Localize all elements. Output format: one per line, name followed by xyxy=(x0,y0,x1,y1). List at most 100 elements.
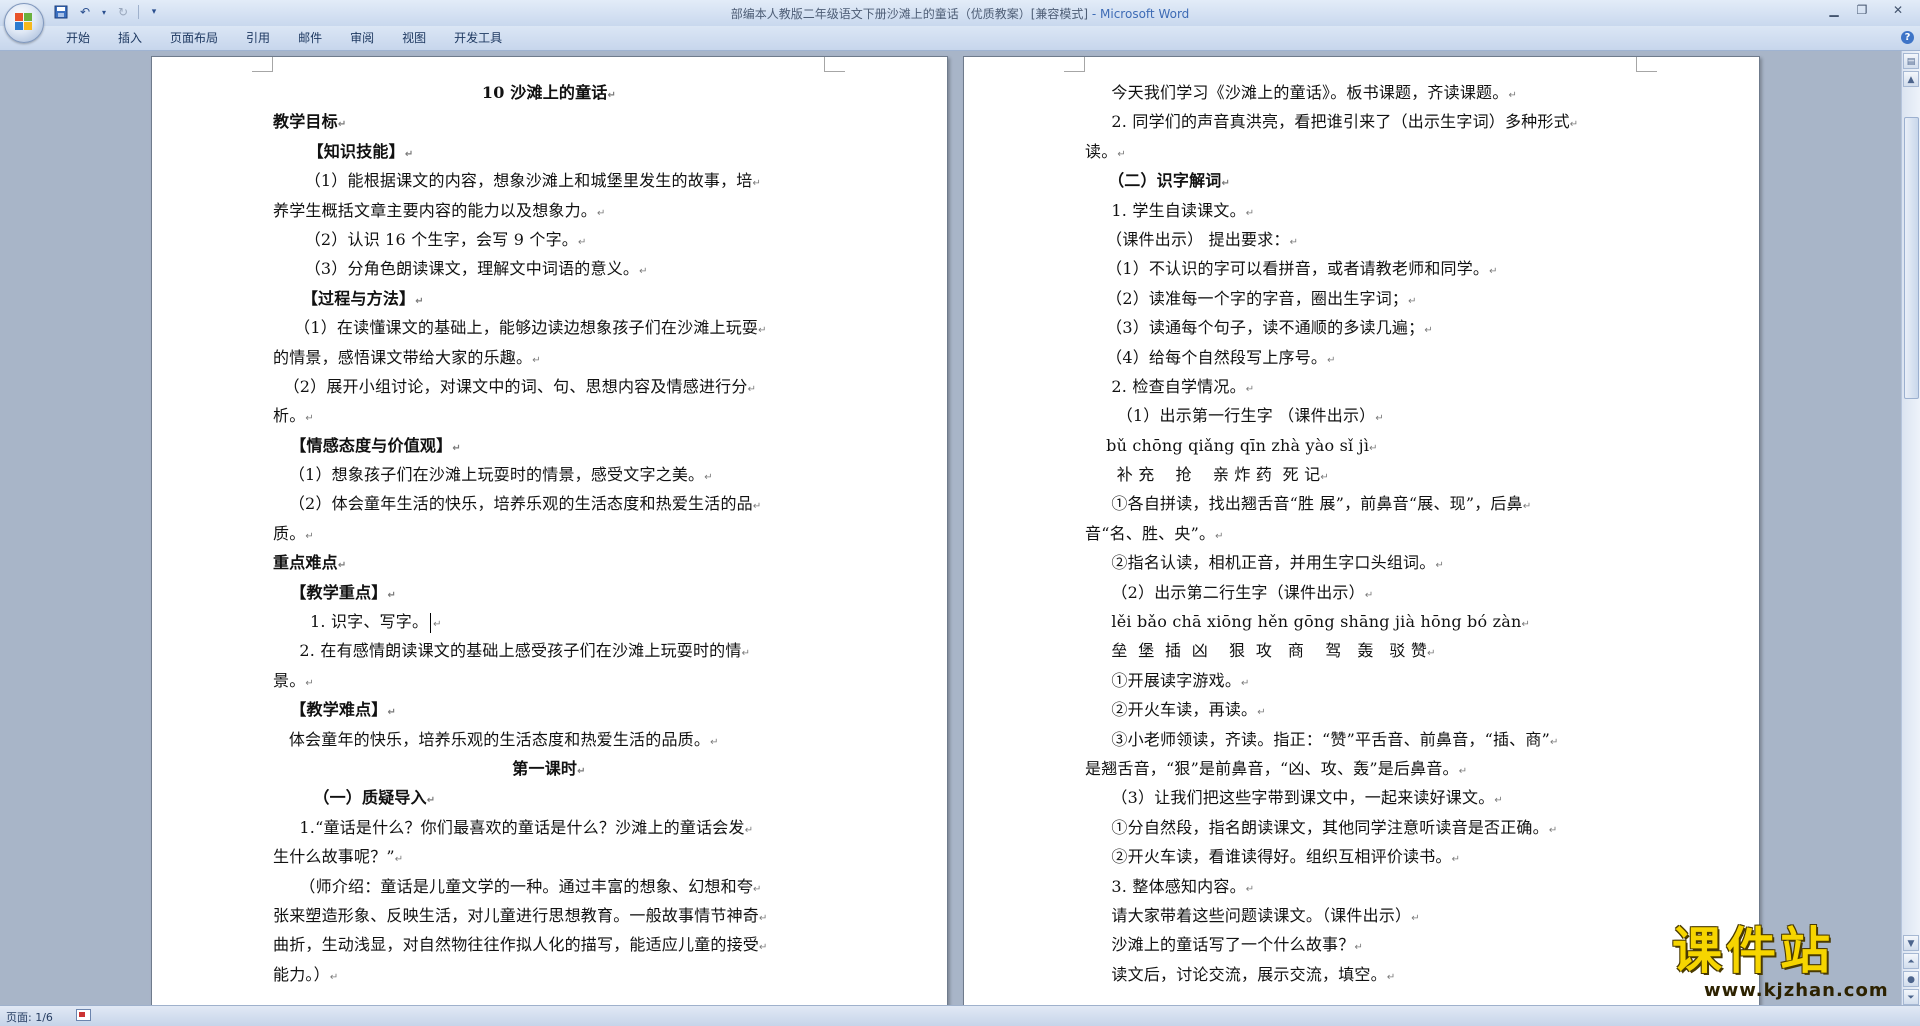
paragraph-mark-icon: ↵ xyxy=(1548,824,1558,836)
proofing-icon[interactable] xyxy=(76,1009,91,1021)
text-line[interactable]: 养学生概括文章主要内容的能力以及想象力。↵ xyxy=(273,196,825,225)
scroll-down-icon[interactable]: ▼ xyxy=(1903,935,1919,951)
tab-home[interactable]: 开始 xyxy=(52,30,104,46)
text-line[interactable]: 重点难点↵ xyxy=(273,548,825,577)
text-line[interactable]: ②指名认读，相机正音，并用生字口头组词。↵ xyxy=(1085,548,1637,577)
text-line[interactable]: 3. 整体感知内容。↵ xyxy=(1085,872,1637,901)
minimize-icon[interactable]: ▁ xyxy=(1820,0,1848,20)
text-line[interactable]: 1. 学生自读课文。↵ xyxy=(1085,196,1637,225)
text-line[interactable]: bǔ chōng qiǎng qīn zhà yào sǐ jì↵ xyxy=(1085,431,1637,460)
paragraph-mark-icon: ↵ xyxy=(387,589,397,601)
text-line[interactable]: 能力。）↵ xyxy=(273,960,825,989)
text-line[interactable]: 补 充 抢 亲 炸 药 死 记↵ xyxy=(1085,460,1637,489)
text-line[interactable]: （2）展开小组讨论，对课文中的词、句、思想内容及情感进行分↵ xyxy=(273,372,825,401)
text-line[interactable]: 2. 同学们的声音真洪亮，看把谁引来了（出示生字词）多种形式↵ xyxy=(1085,107,1637,136)
line-text: 析。 xyxy=(273,406,306,426)
text-line[interactable]: （师介绍：童话是儿童文学的一种。通过丰富的想象、幻想和夸↵ xyxy=(273,872,825,901)
line-text: ②指名认读，相机正音，并用生字口头组词。 xyxy=(1085,553,1436,573)
text-line[interactable]: 请大家带着这些问题读课文。（课件出示）↵ xyxy=(1085,901,1637,930)
text-line[interactable]: ①各自拼读，找出翘舌音“胜 展”，前鼻音“展、现”，后鼻↵ xyxy=(1085,489,1637,518)
text-line[interactable]: ①开展读字游戏。↵ xyxy=(1085,666,1637,695)
text-line[interactable]: 质。↵ xyxy=(273,519,825,548)
text-line[interactable]: 读。↵ xyxy=(1085,137,1637,166)
text-line[interactable]: （1）想象孩子们在沙滩上玩耍时的情景，感受文字之美。↵ xyxy=(273,460,825,489)
text-line[interactable]: 10 沙滩上的童话↵ xyxy=(273,78,825,107)
text-line[interactable]: ①分自然段，指名朗读课文，其他同学注意听读音是否正确。↵ xyxy=(1085,813,1637,842)
text-line[interactable]: （1）不认识的字可以看拼音，或者请教老师和同学。↵ xyxy=(1085,254,1637,283)
restore-icon[interactable]: ❐ xyxy=(1848,0,1876,20)
text-line[interactable]: 体会童年的快乐，培养乐观的生活态度和热爱生活的品质。↵ xyxy=(273,725,825,754)
next-page-icon[interactable]: ⏷ xyxy=(1903,989,1919,1005)
text-line[interactable]: （3）让我们把这些字带到课文中，一起来读好课文。↵ xyxy=(1085,783,1637,812)
text-line[interactable]: 【情感态度与价值观】↵ xyxy=(273,431,825,460)
text-line[interactable]: 景。↵ xyxy=(273,666,825,695)
page-1[interactable]: 10 沙滩上的童话↵ 教学目标↵ 【知识技能】↵ （1）能根据课文的内容，想象沙滩… xyxy=(151,56,948,1005)
text-line[interactable]: 【知识技能】↵ xyxy=(273,137,825,166)
tab-developer[interactable]: 开发工具 xyxy=(440,30,516,46)
text-line[interactable]: （2）读准每一个字的字音，圈出生字词；↵ xyxy=(1085,284,1637,313)
text-line[interactable]: （课件出示） 提出要求：↵ xyxy=(1085,225,1637,254)
text-line[interactable]: （二）识字解词↵ xyxy=(1085,166,1637,195)
page-2-text[interactable]: 今天我们学习《沙滩上的童话》。板书课题，齐读课题。↵ 2. 同学们的声音真洪亮，… xyxy=(1085,78,1637,989)
text-line[interactable]: 【教学重点】↵ xyxy=(273,578,825,607)
text-line[interactable]: 张来塑造形象、反映生活，对儿童进行思想教育。一般故事情节神奇↵ xyxy=(273,901,825,930)
text-line[interactable]: （2）出示第二行生字（课件出示）↵ xyxy=(1085,578,1637,607)
line-text: 10 沙滩上的童话 xyxy=(481,83,608,102)
tab-review[interactable]: 审阅 xyxy=(336,30,388,46)
text-line[interactable]: （4）给每个自然段写上序号。↵ xyxy=(1085,343,1637,372)
text-line[interactable]: （3）读通每个句子，读不通顺的多读几遍；↵ xyxy=(1085,313,1637,342)
text-line[interactable]: 垒 堡 插 凶 狠 攻 商 驾 轰 驳 赞↵ xyxy=(1085,636,1637,665)
text-line[interactable]: 【教学难点】↵ xyxy=(273,695,825,724)
tab-view[interactable]: 视图 xyxy=(388,30,440,46)
text-line[interactable]: lěi bǎo chā xiōng hěn gōng shāng jià hōn… xyxy=(1085,607,1637,636)
text-line[interactable]: 曲折，生动浅显，对自然物往往作拟人化的描写，能适应儿童的接受↵ xyxy=(273,930,825,959)
line-text: 重点难点 xyxy=(273,553,338,573)
line-text: 养学生概括文章主要内容的能力以及想象力。 xyxy=(273,200,598,220)
text-line[interactable]: 音“名、胜、央”。↵ xyxy=(1085,519,1637,548)
scroll-thumb[interactable] xyxy=(1904,117,1919,399)
office-logo-icon xyxy=(15,13,33,31)
text-line[interactable]: 沙滩上的童话写了一个什么故事？↵ xyxy=(1085,930,1637,959)
paragraph-mark-icon: ↵ xyxy=(752,501,762,513)
tab-mailings[interactable]: 邮件 xyxy=(284,30,336,46)
text-line[interactable]: ③小老师领读，齐读。指正：“赞”平舌音、前鼻音，“插、商”↵ xyxy=(1085,725,1637,754)
text-line[interactable]: （2）认识 16 个生字，会写 9 个字。↵ xyxy=(273,225,825,254)
text-line[interactable]: 1. 识字、写字。 ↵ xyxy=(273,607,825,636)
scroll-up-icon[interactable]: ▲ xyxy=(1903,71,1919,87)
tab-references[interactable]: 引用 xyxy=(232,30,284,46)
text-line[interactable]: 2. 检查自学情况。↵ xyxy=(1085,372,1637,401)
text-line[interactable]: （1）在读懂课文的基础上，能够边读边想象孩子们在沙滩上玩耍↵ xyxy=(273,313,825,342)
text-line[interactable]: 读文后，讨论交流，展示交流，填空。↵ xyxy=(1085,960,1637,989)
text-line[interactable]: （2）体会童年生活的快乐，培养乐观的生活态度和热爱生活的品↵ xyxy=(273,489,825,518)
text-line[interactable]: 教学目标↵ xyxy=(273,107,825,136)
page-count-status[interactable]: 页面: 1/6 xyxy=(6,1009,53,1025)
text-line[interactable]: （1）出示第一行生字 （课件出示）↵ xyxy=(1085,401,1637,430)
office-button[interactable] xyxy=(4,3,44,43)
text-line[interactable]: （1）能根据课文的内容，想象沙滩上和城堡里发生的故事，培↵ xyxy=(273,166,825,195)
text-line[interactable]: 【过程与方法】↵ xyxy=(273,284,825,313)
browse-object-icon[interactable]: ● xyxy=(1903,971,1919,987)
text-line[interactable]: 的情景，感悟课文带给大家的乐趣。↵ xyxy=(273,343,825,372)
help-icon[interactable]: ? xyxy=(1901,31,1914,44)
vertical-scrollbar[interactable]: ▤ ▲ ▼ ⏶ ● ⏷ xyxy=(1901,51,1920,1005)
text-line[interactable]: （3）分角色朗读课文，理解文中词语的意义。↵ xyxy=(273,254,825,283)
previous-page-icon[interactable]: ⏶ xyxy=(1903,953,1919,969)
close-icon[interactable]: ✕ xyxy=(1876,0,1920,20)
text-line[interactable]: 生什么故事呢？”↵ xyxy=(273,842,825,871)
page-1-text[interactable]: 10 沙滩上的童话↵ 教学目标↵ 【知识技能】↵ （1）能根据课文的内容，想象沙滩… xyxy=(273,78,825,989)
text-line[interactable]: 今天我们学习《沙滩上的童话》。板书课题，齐读课题。↵ xyxy=(1085,78,1637,107)
text-line[interactable]: （一）质疑导入↵ xyxy=(273,783,825,812)
text-line[interactable]: ②开火车读，看谁读得好。组织互相评价读书。↵ xyxy=(1085,842,1637,871)
ruler-toggle-icon[interactable]: ▤ xyxy=(1903,53,1919,69)
paragraph-mark-icon: ↵ xyxy=(305,530,314,542)
tab-insert[interactable]: 插入 xyxy=(104,30,156,46)
text-line[interactable]: 1.“童话是什么？你们最喜欢的童话是什么？沙滩上的童话会发↵ xyxy=(273,813,825,842)
text-line[interactable]: 是翘舌音，“狠”是前鼻音，“凶、攻、轰”是后鼻音。↵ xyxy=(1085,754,1637,783)
text-line[interactable]: 第一课时↵ xyxy=(273,754,825,783)
text-line[interactable]: ②开火车读，再读。↵ xyxy=(1085,695,1637,724)
line-text: 读文后，讨论交流，展示交流，填空。 xyxy=(1085,964,1387,984)
tab-page-layout[interactable]: 页面布局 xyxy=(156,30,232,46)
page-2[interactable]: 今天我们学习《沙滩上的童话》。板书课题，齐读课题。↵ 2. 同学们的声音真洪亮，… xyxy=(963,56,1760,1005)
text-line[interactable]: 析。↵ xyxy=(273,401,825,430)
text-line[interactable]: 2. 在有感情朗读课文的基础上感受孩子们在沙滩上玩耍时的情↵ xyxy=(273,636,825,665)
